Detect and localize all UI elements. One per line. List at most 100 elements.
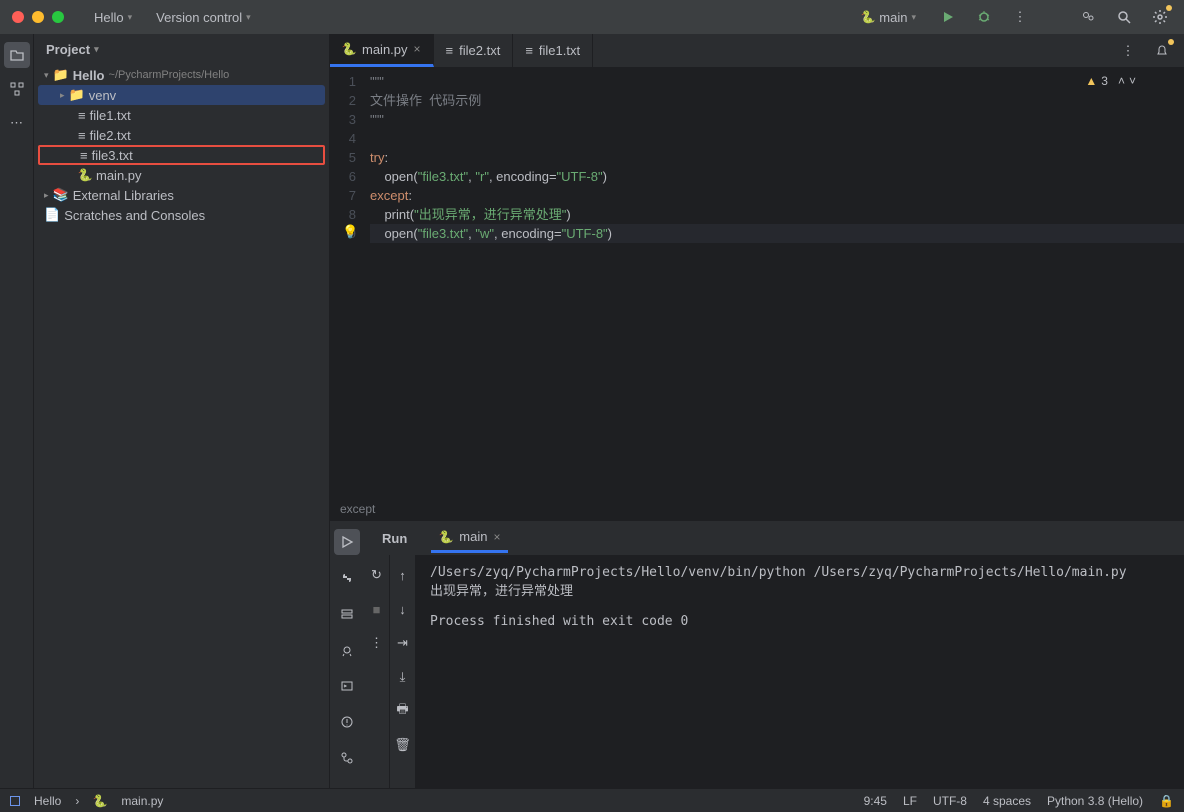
vcs-menu[interactable]: Version control ▾ — [148, 6, 259, 29]
debug-tool-button[interactable] — [334, 637, 360, 663]
run-tool-button[interactable] — [334, 529, 360, 555]
console-output[interactable]: /Users/zyq/PycharmProjects/Hello/venv/bi… — [416, 555, 1184, 788]
tab-options-button[interactable]: ⋮ — [1116, 39, 1140, 63]
notification-dot-icon — [1166, 5, 1172, 11]
clear-button[interactable]: 🗑 — [391, 733, 415, 757]
line-separator[interactable]: LF — [903, 794, 917, 808]
search-button[interactable] — [1112, 5, 1136, 29]
tree-label: file2.txt — [90, 128, 131, 143]
project-name-label: Hello — [94, 10, 124, 25]
tree-external-libraries[interactable]: ▸ 📚 External Libraries — [38, 185, 325, 205]
tab-file2[interactable]: ≡ file2.txt — [434, 34, 514, 67]
bottom-left-rail — [330, 521, 364, 788]
tree-scratches[interactable]: 📄 Scratches and Consoles — [38, 205, 325, 225]
project-sidebar: Project ▾ ▾ 📁 Hello ~/PycharmProjects/He… — [34, 34, 330, 788]
project-indicator-icon[interactable] — [10, 796, 20, 806]
tree-label: file3.txt — [92, 148, 133, 163]
run-tab[interactable]: Run — [374, 525, 415, 552]
tree-folder-venv[interactable]: ▸ 📁 venv — [38, 85, 325, 105]
close-icon[interactable]: × — [414, 42, 421, 56]
terminal-button[interactable] — [334, 673, 360, 699]
sidebar-header[interactable]: Project ▾ — [34, 34, 329, 65]
run-config-label: main — [879, 10, 907, 25]
chevron-down-icon: ▾ — [911, 12, 916, 23]
vcs-label: Version control — [156, 10, 242, 25]
scroll-to-end-button[interactable]: ⤓ — [391, 665, 415, 689]
file-icon: ≡ — [525, 43, 533, 58]
project-tool-button[interactable] — [4, 42, 30, 68]
structure-tool-button[interactable] — [4, 76, 30, 102]
rerun-button[interactable]: ↻ — [365, 563, 389, 587]
code-editor[interactable]: 123456789 """文件操作 代码示例"""try: open("file… — [330, 68, 1184, 500]
indent-setting[interactable]: 4 spaces — [983, 794, 1031, 808]
file-icon: ≡ — [446, 43, 454, 58]
python-console-button[interactable] — [334, 565, 360, 591]
python-icon — [93, 794, 107, 808]
intention-bulb-icon[interactable]: 💡 — [342, 224, 358, 240]
soft-wrap-button[interactable]: ⇥ — [391, 631, 415, 655]
run-button[interactable] — [936, 5, 960, 29]
code-with-me-button[interactable] — [1076, 5, 1100, 29]
file-encoding[interactable]: UTF-8 — [933, 794, 967, 808]
tab-file1[interactable]: ≡ file1.txt — [513, 34, 593, 67]
services-button[interactable] — [334, 601, 360, 627]
breadcrumb-label: except — [340, 502, 375, 516]
minimize-window-button[interactable] — [32, 11, 44, 23]
run-tab-label: Run — [382, 531, 407, 546]
chevron-up-icon[interactable]: ˄ — [1118, 74, 1125, 88]
more-tools-button[interactable]: ⋯ — [4, 110, 30, 136]
status-file[interactable]: main.py — [121, 794, 163, 808]
tree-root[interactable]: ▾ 📁 Hello ~/PycharmProjects/Hello — [38, 65, 325, 85]
run-config-selector[interactable]: main ▾ — [853, 6, 924, 29]
stop-button[interactable]: ■ — [365, 597, 389, 621]
tree-file-file3[interactable]: ≡ file3.txt — [38, 145, 325, 165]
interpreter[interactable]: Python 3.8 (Hello) — [1047, 794, 1143, 808]
close-icon[interactable]: × — [493, 530, 500, 544]
status-bar: Hello › main.py 9:45 LF UTF-8 4 spaces P… — [0, 788, 1184, 812]
code-area[interactable]: """文件操作 代码示例"""try: open("file3.txt", "r… — [370, 68, 1184, 500]
tab-label: main.py — [362, 42, 408, 57]
editor-breadcrumb[interactable]: except — [330, 500, 1184, 520]
python-icon — [439, 530, 453, 544]
run-config-tab[interactable]: main × — [431, 523, 508, 553]
chevron-down-icon[interactable]: ˅ — [1129, 74, 1136, 88]
chevron-down-icon: ▾ — [128, 12, 133, 23]
notifications-button[interactable] — [1150, 39, 1174, 63]
project-menu[interactable]: Hello ▾ — [86, 6, 140, 29]
tab-main-py[interactable]: main.py × — [330, 34, 434, 67]
tab-label: file2.txt — [459, 43, 500, 58]
inspections-widget[interactable]: ▲ 3 ˄ ˅ — [1085, 74, 1136, 88]
print-button[interactable]: 🖶 — [391, 699, 415, 723]
cursor-position[interactable]: 9:45 — [864, 794, 887, 808]
scroll-down-button[interactable]: ↓ — [391, 597, 415, 621]
vcs-tool-button[interactable] — [334, 745, 360, 771]
notification-dot-icon — [1168, 39, 1174, 45]
python-icon — [861, 10, 875, 24]
library-icon: 📚 — [53, 187, 69, 203]
console-toolbar: ↑ ↓ ⇥ ⤓ 🖶 🗑 — [390, 555, 416, 788]
close-window-button[interactable] — [12, 11, 24, 23]
tree-label: file1.txt — [90, 108, 131, 123]
lock-icon[interactable]: 🔒 — [1159, 794, 1174, 808]
chevron-right-icon: ▸ — [60, 90, 65, 101]
scroll-up-button[interactable]: ↑ — [391, 563, 415, 587]
tree-label: main.py — [96, 168, 142, 183]
more-actions-button[interactable]: ⋮ — [1008, 5, 1032, 29]
maximize-window-button[interactable] — [52, 11, 64, 23]
status-project[interactable]: Hello — [34, 794, 61, 808]
settings-button[interactable] — [1148, 5, 1172, 29]
folder-icon: 📁 — [69, 87, 85, 103]
tree-label: Scratches and Consoles — [64, 208, 205, 223]
run-settings-button[interactable]: ⋮ — [365, 631, 389, 655]
file-icon: ≡ — [78, 108, 86, 123]
problems-button[interactable] — [334, 709, 360, 735]
tree-file-main[interactable]: main.py — [38, 165, 325, 185]
tree-file-file2[interactable]: ≡ file2.txt — [38, 125, 325, 145]
run-config-tab-label: main — [459, 529, 487, 544]
window-controls — [12, 11, 64, 23]
chevron-down-icon: ▾ — [94, 44, 99, 55]
debug-button[interactable] — [972, 5, 996, 29]
tree-file-file1[interactable]: ≡ file1.txt — [38, 105, 325, 125]
chevron-down-icon: ▾ — [246, 12, 251, 23]
tree-label: External Libraries — [73, 188, 174, 203]
